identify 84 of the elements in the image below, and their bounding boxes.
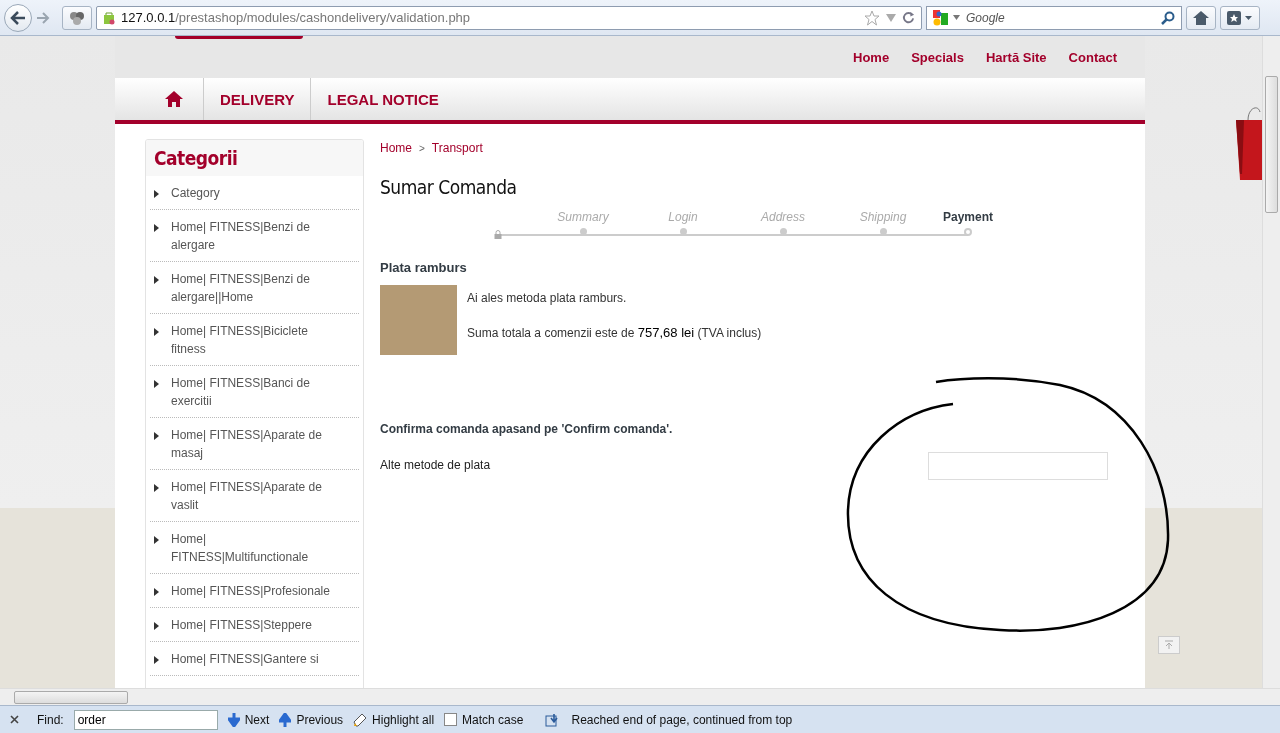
arrow-up-icon: [1164, 640, 1174, 650]
payment-text: Ai ales metoda plata ramburs.: [467, 291, 628, 305]
bookmarks-button[interactable]: [1220, 5, 1260, 30]
arrow-up-icon: [279, 712, 292, 727]
back-button[interactable]: [4, 3, 32, 32]
find-status: Reached end of page, continued from top: [571, 712, 793, 727]
step-dot: [579, 228, 587, 235]
search-field[interactable]: Google: [926, 5, 1182, 30]
step-dot: [679, 228, 687, 235]
next-button[interactable]: Next: [227, 712, 270, 727]
bullet-triangle-icon: [154, 276, 159, 284]
category-link[interactable]: Home| FITNESS|Multifunctionale: [150, 522, 359, 574]
category-link[interactable]: Home| FITNESS|Gantere si: [150, 642, 359, 676]
lock-icon: [494, 230, 502, 239]
step-label: Summary: [557, 210, 609, 224]
category-link[interactable]: Home| FITNESS|Aparate de vaslit: [150, 470, 359, 522]
step-label: Payment: [943, 210, 993, 224]
category-link[interactable]: Home| FITNESS|Banci de exercitii: [150, 366, 359, 418]
home-button[interactable]: [1186, 5, 1216, 30]
bullet-triangle-icon: [154, 588, 159, 596]
payment-heading: Plata ramburs: [380, 260, 468, 275]
dropdown-icon[interactable]: [886, 13, 896, 22]
bullet-triangle-icon: [154, 224, 159, 232]
google-logo-icon: [933, 9, 949, 26]
home-icon: [1192, 9, 1210, 26]
reload-icon[interactable]: [902, 11, 915, 24]
page-title: Sumar Comanda: [380, 176, 518, 198]
bullet-triangle-icon: [154, 536, 159, 544]
bullet-triangle-icon: [154, 328, 159, 336]
back-arrow-icon: [10, 10, 26, 25]
top-nav-link[interactable]: Specials: [911, 49, 964, 65]
top-nav-link[interactable]: Hartă Site: [985, 49, 1047, 65]
top-nav-link[interactable]: Contact: [1068, 49, 1117, 65]
category-link[interactable]: Home| FITNESS|Profesionale: [150, 574, 359, 608]
step-label: Login: [668, 210, 698, 224]
find-field[interactable]: order: [73, 709, 218, 730]
bullet-triangle-icon: [154, 432, 159, 440]
bullet-triangle-icon: [154, 380, 159, 388]
search-icon[interactable]: [1161, 10, 1175, 25]
step-label: Shipping: [859, 210, 907, 224]
home-icon: [165, 91, 183, 107]
close-button[interactable]: [8, 713, 21, 726]
highlighter-icon: [353, 712, 368, 727]
payment-text: Suma totala a comenzii este de 757,68 lei (TVA inclus): [467, 325, 762, 340]
category-link[interactable]: Home| FITNESS|Steppere: [150, 608, 359, 642]
categories-title: Categorii: [146, 140, 363, 176]
input-field[interactable]: [928, 452, 1108, 480]
bullet-triangle-icon: [154, 656, 159, 664]
puzzle-circles-icon: [68, 10, 86, 25]
confirm-instruction: Confirma comanda apasand pe 'Confirm comanda'.: [380, 422, 674, 436]
step-label: Address: [761, 210, 805, 224]
close-icon: [10, 715, 19, 724]
breadcrumb-separator: >: [419, 142, 425, 156]
match-case-label: Match case: [462, 712, 524, 727]
vertical-scrollbar[interactable]: [1262, 36, 1280, 688]
bullet-triangle-icon: [154, 190, 159, 198]
bag-icon: [103, 10, 115, 25]
star-icon[interactable]: [864, 9, 880, 26]
find-label: Find:: [37, 712, 64, 727]
bullet-triangle-icon: [154, 622, 159, 630]
highlight-all-button[interactable]: Highlight all: [353, 712, 435, 727]
breadcrumb-link[interactable]: Home: [380, 141, 412, 156]
bullet-triangle-icon: [154, 484, 159, 492]
star-folder-icon: [1227, 10, 1253, 25]
address-bar[interactable]: 127.0.0.1/prestashop/modules/cashondelivery/validation.php: [96, 5, 922, 30]
category-link[interactable]: Home| FITNESS|Benzi de alergare||Home: [150, 262, 359, 314]
step-dot: [964, 228, 972, 236]
breadcrumb-link[interactable]: Transport: [431, 141, 483, 156]
nav-link[interactable]: LEGAL NOTICE: [311, 78, 455, 120]
horizontal-scrollbar[interactable]: [0, 688, 1280, 705]
category-link[interactable]: Home| FITNESS|Benzi de alergare: [150, 210, 359, 262]
step-dot: [779, 228, 787, 235]
category-link[interactable]: Home| FITNESS|Aparate de masaj: [150, 418, 359, 470]
previous-button[interactable]: Previous: [279, 712, 344, 727]
nav-link[interactable]: DELIVERY: [204, 78, 312, 120]
url-text: 127.0.0.1/prestashop/modules/cashondelivery/validation.php: [121, 10, 471, 25]
arrow-down-icon: [227, 712, 240, 727]
extensions-button[interactable]: [62, 5, 92, 30]
match-case-checkbox[interactable]: [444, 713, 458, 726]
top-nav-link[interactable]: Home: [853, 49, 890, 65]
dropdown-icon[interactable]: [953, 15, 960, 20]
category-link[interactable]: Category: [150, 176, 359, 210]
category-link[interactable]: Home| FITNESS|Biciclete fitness: [150, 314, 359, 366]
step-dot: [879, 228, 887, 235]
